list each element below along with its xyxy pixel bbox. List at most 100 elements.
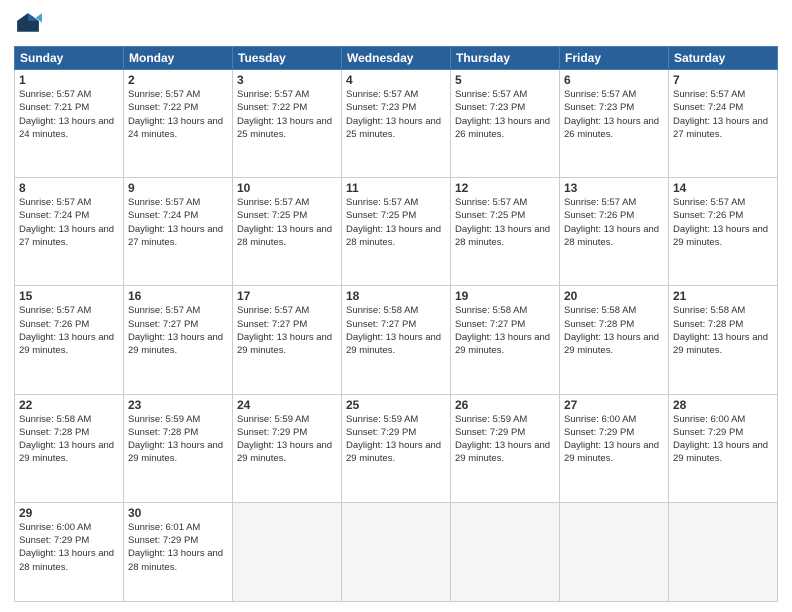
day-info: Sunrise: 5:58 AM Sunset: 7:27 PM Dayligh… xyxy=(455,304,555,357)
calendar-day-8: 8 Sunrise: 5:57 AM Sunset: 7:24 PM Dayli… xyxy=(15,178,124,286)
day-info: Sunrise: 5:57 AM Sunset: 7:24 PM Dayligh… xyxy=(19,196,119,249)
day-info: Sunrise: 5:58 AM Sunset: 7:27 PM Dayligh… xyxy=(346,304,446,357)
calendar-header-monday: Monday xyxy=(124,47,233,70)
day-info: Sunrise: 5:57 AM Sunset: 7:25 PM Dayligh… xyxy=(346,196,446,249)
calendar: SundayMondayTuesdayWednesdayThursdayFrid… xyxy=(14,46,778,602)
day-info: Sunrise: 5:59 AM Sunset: 7:29 PM Dayligh… xyxy=(346,413,446,466)
calendar-header-wednesday: Wednesday xyxy=(342,47,451,70)
day-number: 4 xyxy=(346,73,446,87)
day-info: Sunrise: 6:00 AM Sunset: 7:29 PM Dayligh… xyxy=(673,413,773,466)
calendar-header-row: SundayMondayTuesdayWednesdayThursdayFrid… xyxy=(15,47,778,70)
day-number: 16 xyxy=(128,289,228,303)
day-number: 13 xyxy=(564,181,664,195)
logo-icon xyxy=(14,10,42,38)
day-info: Sunrise: 5:57 AM Sunset: 7:26 PM Dayligh… xyxy=(564,196,664,249)
day-number: 22 xyxy=(19,398,119,412)
calendar-day-19: 19 Sunrise: 5:58 AM Sunset: 7:27 PM Dayl… xyxy=(451,286,560,394)
day-number: 12 xyxy=(455,181,555,195)
calendar-empty xyxy=(342,502,451,601)
calendar-day-12: 12 Sunrise: 5:57 AM Sunset: 7:25 PM Dayl… xyxy=(451,178,560,286)
calendar-day-16: 16 Sunrise: 5:57 AM Sunset: 7:27 PM Dayl… xyxy=(124,286,233,394)
day-info: Sunrise: 5:57 AM Sunset: 7:23 PM Dayligh… xyxy=(455,88,555,141)
day-info: Sunrise: 5:57 AM Sunset: 7:27 PM Dayligh… xyxy=(237,304,337,357)
day-info: Sunrise: 5:57 AM Sunset: 7:26 PM Dayligh… xyxy=(19,304,119,357)
calendar-day-10: 10 Sunrise: 5:57 AM Sunset: 7:25 PM Dayl… xyxy=(233,178,342,286)
day-number: 6 xyxy=(564,73,664,87)
header xyxy=(14,10,778,38)
calendar-empty xyxy=(451,502,560,601)
calendar-day-6: 6 Sunrise: 5:57 AM Sunset: 7:23 PM Dayli… xyxy=(560,70,669,178)
calendar-day-22: 22 Sunrise: 5:58 AM Sunset: 7:28 PM Dayl… xyxy=(15,394,124,502)
day-info: Sunrise: 5:57 AM Sunset: 7:22 PM Dayligh… xyxy=(128,88,228,141)
day-number: 2 xyxy=(128,73,228,87)
calendar-header-sunday: Sunday xyxy=(15,47,124,70)
day-info: Sunrise: 5:57 AM Sunset: 7:24 PM Dayligh… xyxy=(128,196,228,249)
day-number: 7 xyxy=(673,73,773,87)
calendar-week-2: 8 Sunrise: 5:57 AM Sunset: 7:24 PM Dayli… xyxy=(15,178,778,286)
calendar-day-5: 5 Sunrise: 5:57 AM Sunset: 7:23 PM Dayli… xyxy=(451,70,560,178)
day-info: Sunrise: 5:59 AM Sunset: 7:29 PM Dayligh… xyxy=(237,413,337,466)
calendar-day-24: 24 Sunrise: 5:59 AM Sunset: 7:29 PM Dayl… xyxy=(233,394,342,502)
calendar-day-20: 20 Sunrise: 5:58 AM Sunset: 7:28 PM Dayl… xyxy=(560,286,669,394)
calendar-day-7: 7 Sunrise: 5:57 AM Sunset: 7:24 PM Dayli… xyxy=(669,70,778,178)
calendar-day-4: 4 Sunrise: 5:57 AM Sunset: 7:23 PM Dayli… xyxy=(342,70,451,178)
calendar-day-17: 17 Sunrise: 5:57 AM Sunset: 7:27 PM Dayl… xyxy=(233,286,342,394)
page: SundayMondayTuesdayWednesdayThursdayFrid… xyxy=(0,0,792,612)
day-number: 5 xyxy=(455,73,555,87)
day-info: Sunrise: 5:58 AM Sunset: 7:28 PM Dayligh… xyxy=(564,304,664,357)
day-number: 25 xyxy=(346,398,446,412)
calendar-day-14: 14 Sunrise: 5:57 AM Sunset: 7:26 PM Dayl… xyxy=(669,178,778,286)
calendar-day-18: 18 Sunrise: 5:58 AM Sunset: 7:27 PM Dayl… xyxy=(342,286,451,394)
day-info: Sunrise: 6:01 AM Sunset: 7:29 PM Dayligh… xyxy=(128,521,228,574)
calendar-day-28: 28 Sunrise: 6:00 AM Sunset: 7:29 PM Dayl… xyxy=(669,394,778,502)
day-info: Sunrise: 5:58 AM Sunset: 7:28 PM Dayligh… xyxy=(673,304,773,357)
day-number: 10 xyxy=(237,181,337,195)
day-info: Sunrise: 6:00 AM Sunset: 7:29 PM Dayligh… xyxy=(19,521,119,574)
day-number: 15 xyxy=(19,289,119,303)
day-info: Sunrise: 5:57 AM Sunset: 7:25 PM Dayligh… xyxy=(237,196,337,249)
calendar-header-saturday: Saturday xyxy=(669,47,778,70)
calendar-day-23: 23 Sunrise: 5:59 AM Sunset: 7:28 PM Dayl… xyxy=(124,394,233,502)
calendar-empty xyxy=(560,502,669,601)
calendar-day-30: 30 Sunrise: 6:01 AM Sunset: 7:29 PM Dayl… xyxy=(124,502,233,601)
day-number: 8 xyxy=(19,181,119,195)
day-number: 24 xyxy=(237,398,337,412)
day-info: Sunrise: 6:00 AM Sunset: 7:29 PM Dayligh… xyxy=(564,413,664,466)
calendar-empty xyxy=(669,502,778,601)
day-number: 19 xyxy=(455,289,555,303)
calendar-day-29: 29 Sunrise: 6:00 AM Sunset: 7:29 PM Dayl… xyxy=(15,502,124,601)
day-number: 23 xyxy=(128,398,228,412)
calendar-day-21: 21 Sunrise: 5:58 AM Sunset: 7:28 PM Dayl… xyxy=(669,286,778,394)
day-number: 11 xyxy=(346,181,446,195)
calendar-header-tuesday: Tuesday xyxy=(233,47,342,70)
calendar-week-1: 1 Sunrise: 5:57 AM Sunset: 7:21 PM Dayli… xyxy=(15,70,778,178)
day-number: 18 xyxy=(346,289,446,303)
calendar-day-3: 3 Sunrise: 5:57 AM Sunset: 7:22 PM Dayli… xyxy=(233,70,342,178)
day-number: 29 xyxy=(19,506,119,520)
calendar-week-5: 29 Sunrise: 6:00 AM Sunset: 7:29 PM Dayl… xyxy=(15,502,778,601)
day-number: 21 xyxy=(673,289,773,303)
day-info: Sunrise: 5:58 AM Sunset: 7:28 PM Dayligh… xyxy=(19,413,119,466)
calendar-day-25: 25 Sunrise: 5:59 AM Sunset: 7:29 PM Dayl… xyxy=(342,394,451,502)
day-number: 20 xyxy=(564,289,664,303)
day-number: 28 xyxy=(673,398,773,412)
day-info: Sunrise: 5:57 AM Sunset: 7:25 PM Dayligh… xyxy=(455,196,555,249)
day-number: 9 xyxy=(128,181,228,195)
calendar-header-thursday: Thursday xyxy=(451,47,560,70)
day-info: Sunrise: 5:57 AM Sunset: 7:23 PM Dayligh… xyxy=(564,88,664,141)
calendar-week-3: 15 Sunrise: 5:57 AM Sunset: 7:26 PM Dayl… xyxy=(15,286,778,394)
day-info: Sunrise: 5:57 AM Sunset: 7:26 PM Dayligh… xyxy=(673,196,773,249)
day-number: 30 xyxy=(128,506,228,520)
day-info: Sunrise: 5:57 AM Sunset: 7:24 PM Dayligh… xyxy=(673,88,773,141)
day-number: 27 xyxy=(564,398,664,412)
logo xyxy=(14,10,46,38)
day-number: 17 xyxy=(237,289,337,303)
calendar-day-26: 26 Sunrise: 5:59 AM Sunset: 7:29 PM Dayl… xyxy=(451,394,560,502)
calendar-day-27: 27 Sunrise: 6:00 AM Sunset: 7:29 PM Dayl… xyxy=(560,394,669,502)
calendar-day-11: 11 Sunrise: 5:57 AM Sunset: 7:25 PM Dayl… xyxy=(342,178,451,286)
calendar-day-1: 1 Sunrise: 5:57 AM Sunset: 7:21 PM Dayli… xyxy=(15,70,124,178)
calendar-day-9: 9 Sunrise: 5:57 AM Sunset: 7:24 PM Dayli… xyxy=(124,178,233,286)
calendar-empty xyxy=(233,502,342,601)
day-info: Sunrise: 5:59 AM Sunset: 7:28 PM Dayligh… xyxy=(128,413,228,466)
day-info: Sunrise: 5:57 AM Sunset: 7:23 PM Dayligh… xyxy=(346,88,446,141)
